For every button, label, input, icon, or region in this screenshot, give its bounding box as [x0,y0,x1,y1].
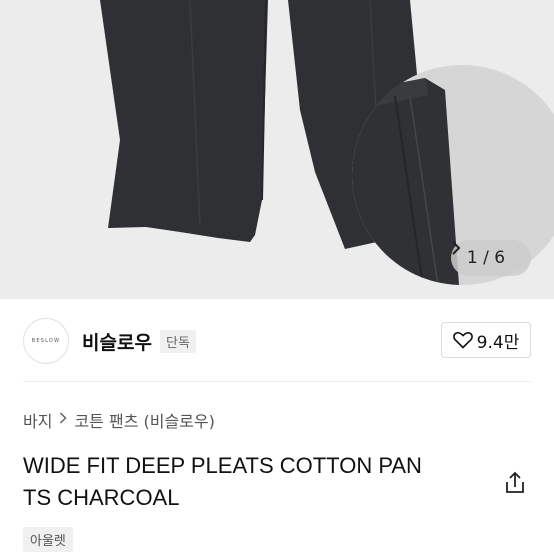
brand-logo[interactable]: BESLOW [23,318,69,364]
brand-row: BESLOW 비슬로우 단독 9.4만 [0,299,554,381]
image-counter[interactable]: 1 / 6 [451,240,531,276]
product-title: WIDE FIT DEEP PLEATS COTTON PAN TS CHARC… [23,450,493,514]
breadcrumb-subcategory[interactable]: 코튼 팬츠 (비슬로우) [74,408,214,432]
like-count: 9.4만 [476,332,520,353]
like-button[interactable]: 9.4만 [441,322,531,358]
exclusive-badge: 단독 [160,330,196,353]
outlet-tag: 아울렛 [23,527,73,552]
brand-logo-text: BESLOW [31,338,61,344]
brand-name[interactable]: 비슬로우 [82,328,152,355]
product-title-line2: TS CHARCOAL [23,485,180,510]
divider [23,381,531,382]
breadcrumb: 바지 코튼 팬츠 (비슬로우) [23,408,215,432]
breadcrumb-category[interactable]: 바지 [23,408,52,432]
heart-outline-icon [452,331,473,349]
share-icon[interactable] [502,470,528,496]
image-counter-text: 1 / 6 [466,248,506,268]
product-image-gallery[interactable]: 1 / 6 [0,0,554,299]
chevron-right-icon [59,412,68,428]
product-title-line1: WIDE FIT DEEP PLEATS COTTON PAN [23,453,422,478]
